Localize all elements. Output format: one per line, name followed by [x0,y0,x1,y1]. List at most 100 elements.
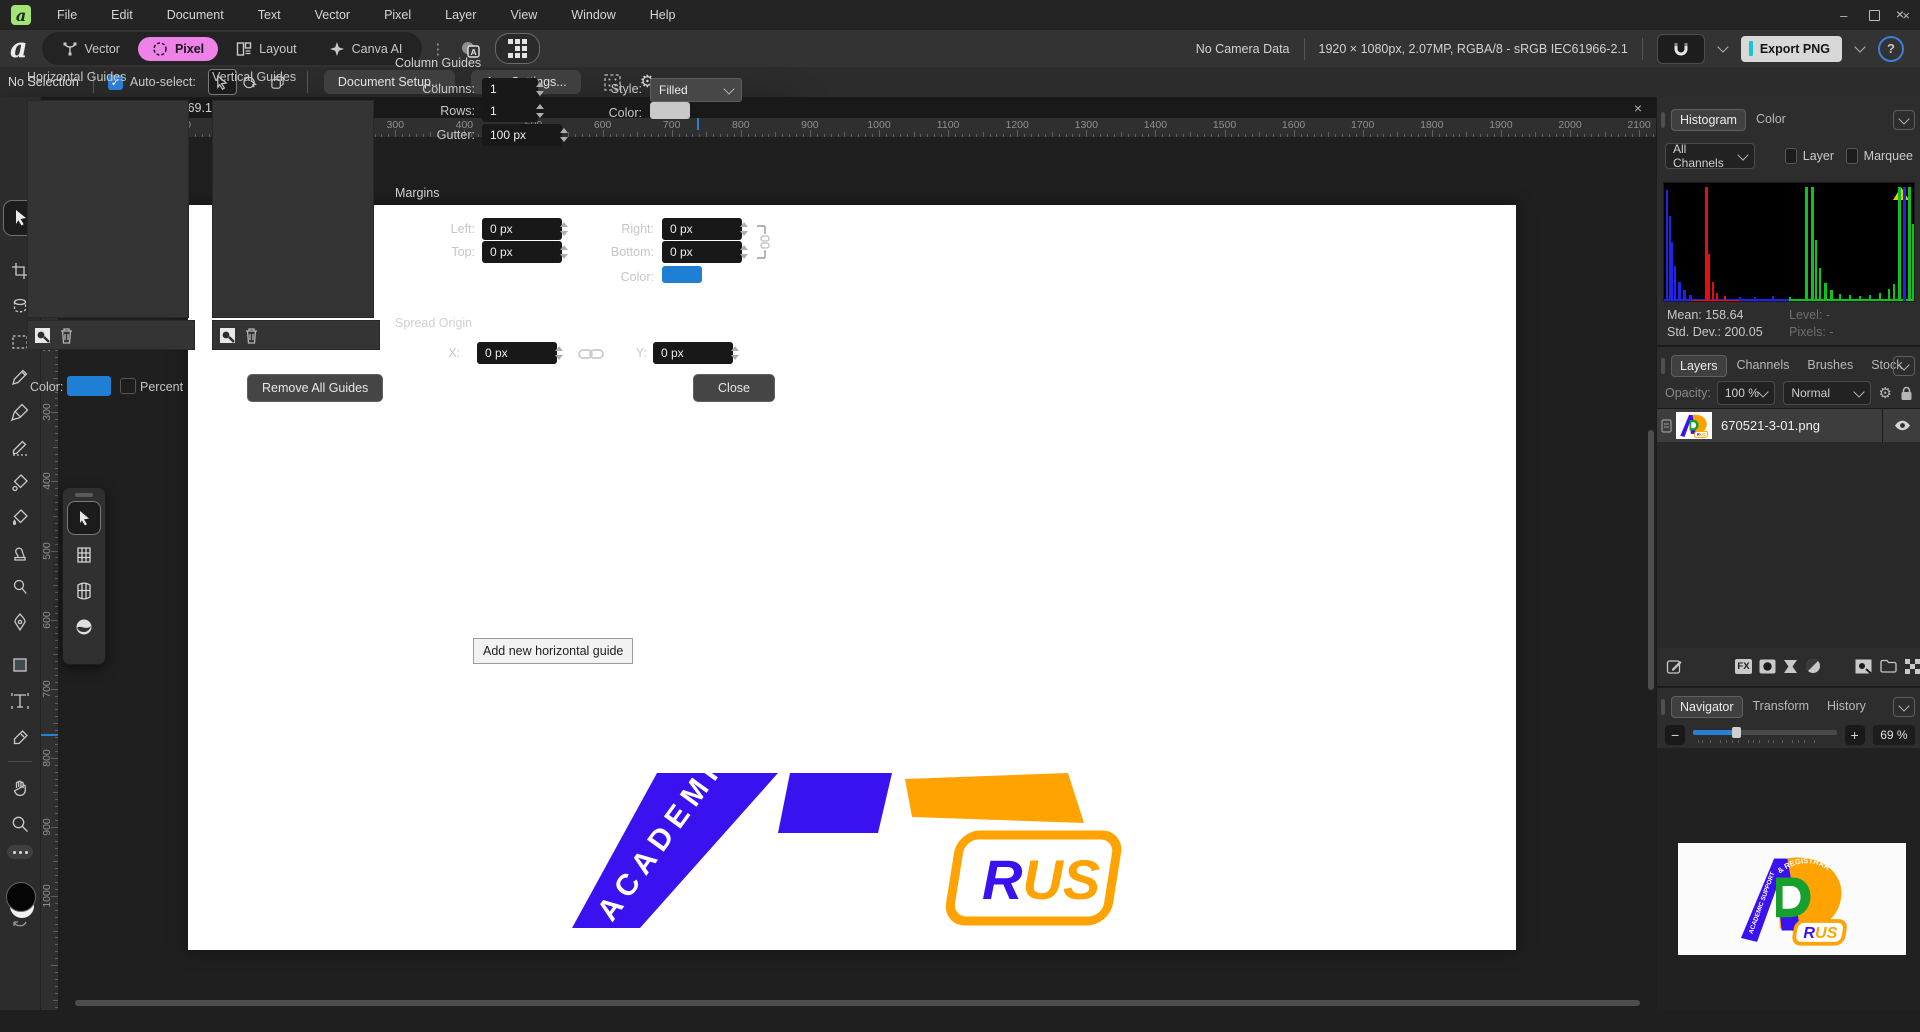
menu-item-file[interactable]: File [57,8,77,22]
color-picker-tool[interactable] [9,727,31,749]
rectangle-tool[interactable] [9,654,31,676]
spread-x-stepper[interactable] [553,342,565,364]
zoom-slider-thumb[interactable] [1732,727,1741,738]
studio-layout-icon[interactable] [495,33,540,64]
navigator-preview[interactable]: & REGISTRAR ACADEMIC SUPPORT RUS [1657,748,1920,1010]
clone-stamp-tool[interactable] [9,541,31,563]
help-button[interactable]: ? [1878,36,1904,62]
layers-panel-menu-icon[interactable] [1893,356,1915,376]
adjustment-icon[interactable] [1783,659,1798,674]
menu-item-layer[interactable]: Layer [445,8,476,22]
persona-pixel[interactable]: Pixel [138,37,218,61]
layer-thumbnail[interactable]: RUS [1676,412,1712,439]
margin-left-stepper[interactable] [558,218,570,240]
paint-brush-tool[interactable] [9,401,31,423]
tab-navigator[interactable]: Navigator [1671,696,1743,718]
mesh-warp-tool[interactable] [68,539,100,571]
zoom-tool[interactable] [9,813,31,835]
histogram-panel-menu-icon[interactable] [1893,110,1915,130]
blend-mode-dropdown[interactable]: Normal [1783,381,1870,405]
color-wells[interactable] [4,880,36,932]
tab-color[interactable]: Color [1748,109,1794,131]
column-color-swatch[interactable] [650,102,690,119]
margin-bottom-field[interactable]: 0 px [662,241,742,263]
columns-stepper[interactable] [534,78,546,100]
vertical-scrollbar[interactable] [1648,430,1654,690]
more-personas-icon[interactable]: ⋮ [430,40,445,58]
gutter-stepper[interactable] [558,124,570,146]
margins-link-icon[interactable] [755,222,771,262]
smart-brush-tool[interactable] [9,471,31,493]
frame-text-tool[interactable] [9,690,31,712]
panel-grip[interactable] [1661,112,1665,128]
maximize-button[interactable] [1869,10,1880,21]
margin-left-field[interactable]: 0 px [482,218,562,240]
histogram-warning-icon[interactable]: ! [1893,187,1909,200]
channel-select[interactable]: All Channels [1665,143,1755,169]
mask-icon[interactable] [1759,659,1776,674]
pan-tool[interactable] [9,777,31,799]
add-horizontal-guide-icon[interactable] [34,327,51,344]
remove-all-guides-button[interactable]: Remove All Guides [247,374,383,402]
export-button[interactable]: Export PNG [1741,36,1842,62]
horizontal-scrollbar[interactable] [75,1000,1640,1006]
columns-field[interactable]: 1 [482,78,538,100]
marquee-checkbox[interactable] [1846,148,1858,164]
add-vertical-guide-icon[interactable] [219,327,236,344]
dodge-burn-tool[interactable] [9,576,31,598]
node-tool[interactable] [67,501,101,535]
menu-item-text[interactable]: Text [258,8,281,22]
zoom-in-button[interactable]: + [1845,725,1865,745]
menu-item-vector[interactable]: Vector [315,8,350,22]
percent-checkbox[interactable] [120,378,136,394]
tab-brushes[interactable]: Brushes [1799,355,1861,377]
perspective-warp-tool[interactable] [68,575,100,607]
style-dropdown[interactable]: Filled [650,78,742,102]
guide-color-swatch[interactable] [67,376,111,396]
persona-vector[interactable]: Vector [48,37,134,61]
artwork-logo[interactable]: ACADEMIC SUPPORT RUS [560,773,1140,928]
zoom-value[interactable]: 69 % [1873,725,1915,745]
blend-options-gear-icon[interactable]: ⚙ [1879,384,1892,402]
close-button[interactable]: Close [693,374,775,402]
tab-channels[interactable]: Channels [1729,355,1798,377]
new-layer-icon[interactable] [1855,659,1872,674]
margin-right-field[interactable]: 0 px [662,218,742,240]
horizontal-guides-list[interactable] [27,100,189,318]
spread-y-stepper[interactable] [729,342,741,364]
fill-checker-icon[interactable] [1905,659,1920,674]
layer-state-icon[interactable] [1661,419,1672,433]
menu-item-view[interactable]: View [510,8,537,22]
tab-transform[interactable]: Transform [1745,696,1818,718]
minimize-button[interactable]: – [1840,8,1847,23]
navigator-page-thumbnail[interactable]: & REGISTRAR ACADEMIC SUPPORT RUS [1678,843,1906,955]
margin-top-field[interactable]: 0 px [482,241,562,263]
flyout-drag-handle[interactable] [75,493,93,497]
lock-icon[interactable] [1900,386,1913,401]
vertical-guides-list[interactable] [212,100,374,318]
live-filter-icon[interactable] [1805,658,1821,674]
panel-grip[interactable] [1661,358,1665,374]
liquify-tool[interactable] [68,611,100,643]
gutter-field[interactable]: 100 px [482,124,562,146]
margin-right-stepper[interactable] [738,218,750,240]
tab-histogram[interactable]: Histogram [1671,109,1746,131]
layer-row[interactable]: RUS 670521-3-01.png [1657,408,1920,443]
close-document-icon[interactable]: × [1634,100,1642,116]
persona-layout[interactable]: Layout [222,37,311,61]
document-page[interactable]: ACADEMIC SUPPORT RUS [188,205,1516,950]
spread-link-icon[interactable] [578,348,608,360]
menu-item-help[interactable]: Help [650,8,676,22]
margin-bottom-stepper[interactable] [738,241,750,263]
layer-visibility-toggle[interactable] [1882,409,1920,442]
snapping-dropdown-icon[interactable] [1717,41,1728,52]
menu-item-edit[interactable]: Edit [111,8,133,22]
export-dropdown-icon[interactable] [1854,41,1865,52]
layers-empty-area[interactable] [1657,442,1920,648]
zoom-slider[interactable] [1693,727,1836,743]
margins-color-swatch[interactable] [662,266,702,283]
tab-history[interactable]: History [1819,696,1874,718]
rows-stepper[interactable] [534,100,546,122]
group-folder-icon[interactable] [1880,659,1897,673]
menu-item-window[interactable]: Window [571,8,615,22]
